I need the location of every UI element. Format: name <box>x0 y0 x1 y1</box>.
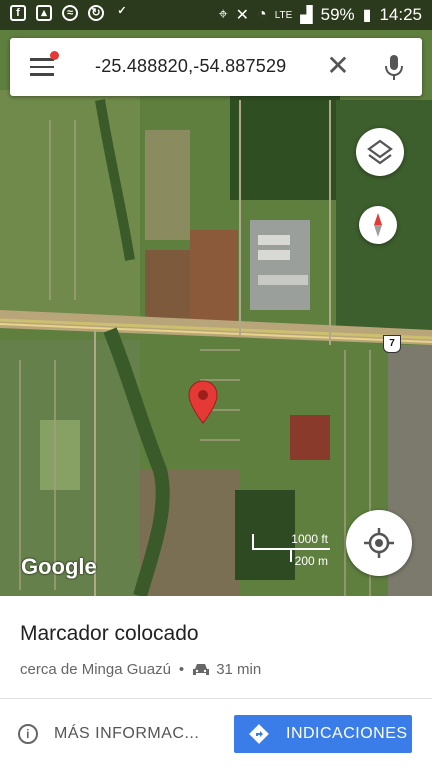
signal-icon: ▟ <box>300 7 313 24</box>
alarm-icon: ◔ <box>257 6 267 23</box>
notification-dot <box>50 51 59 60</box>
route-shield: 7 <box>383 335 401 353</box>
location-status-icon: ⌖ <box>218 6 228 23</box>
lte-label: LTE <box>274 9 293 21</box>
layers-icon <box>367 139 393 165</box>
scale-tick <box>290 548 292 562</box>
microphone-icon[interactable] <box>384 54 404 82</box>
more-info-button[interactable]: i MÁS INFORMAC... <box>18 714 199 754</box>
close-icon[interactable]: ✕ <box>324 52 352 80</box>
battery-icon: ▮ <box>362 7 372 24</box>
checklist-icon: ✓ <box>117 5 127 17</box>
car-icon <box>193 663 210 675</box>
facebook-icon: f <box>10 5 26 21</box>
my-location-button[interactable] <box>346 510 412 576</box>
wifi-icon: ≈ <box>62 5 78 21</box>
directions-icon <box>249 724 269 744</box>
separator: • <box>178 661 185 678</box>
directions-label: INDICACIONES <box>286 725 408 742</box>
search-input[interactable]: -25.488820,-54.887529 <box>95 56 286 77</box>
info-icon: i <box>18 724 38 744</box>
directions-button[interactable]: INDICACIONES <box>234 715 412 753</box>
place-subtitle: cerca de Minga Guazú • 31 min <box>20 661 261 678</box>
menu-icon[interactable] <box>30 58 54 76</box>
more-info-label: MÁS INFORMAC... <box>54 725 200 742</box>
google-logo: Google <box>21 554 97 579</box>
divider <box>0 698 432 699</box>
layers-button[interactable] <box>356 128 404 176</box>
battery-percent: 59% <box>320 5 355 24</box>
place-title: Marcador colocado <box>20 622 199 645</box>
scale-metric-label: 200 m <box>294 554 328 568</box>
my-location-icon <box>364 528 394 558</box>
place-sheet[interactable]: Marcador colocado cerca de Minga Guazú •… <box>0 596 432 768</box>
location-pin-icon[interactable] <box>188 380 218 424</box>
scale-tick <box>252 534 254 548</box>
scale-imperial-label: 1000 ft <box>291 532 328 546</box>
scale-bar: 1000 ft 200 m <box>250 530 330 570</box>
clock: 14:25 <box>379 5 422 24</box>
compass-button[interactable] <box>359 206 397 244</box>
sync-icon: ↻ <box>88 5 104 21</box>
search-bar[interactable]: -25.488820,-54.887529 ✕ <box>10 38 422 96</box>
place-near: cerca de Minga Guazú <box>20 661 171 678</box>
compass-icon <box>374 213 382 237</box>
image-icon: ▴ <box>36 5 52 21</box>
travel-time: 31 min <box>216 661 262 678</box>
mute-icon: ✕ <box>235 7 250 24</box>
status-bar: f ▴ ≈ ↻ ✓ ⌖ ✕ ◔ LTE ▟ 59% ▮ 14:25 <box>0 0 432 30</box>
